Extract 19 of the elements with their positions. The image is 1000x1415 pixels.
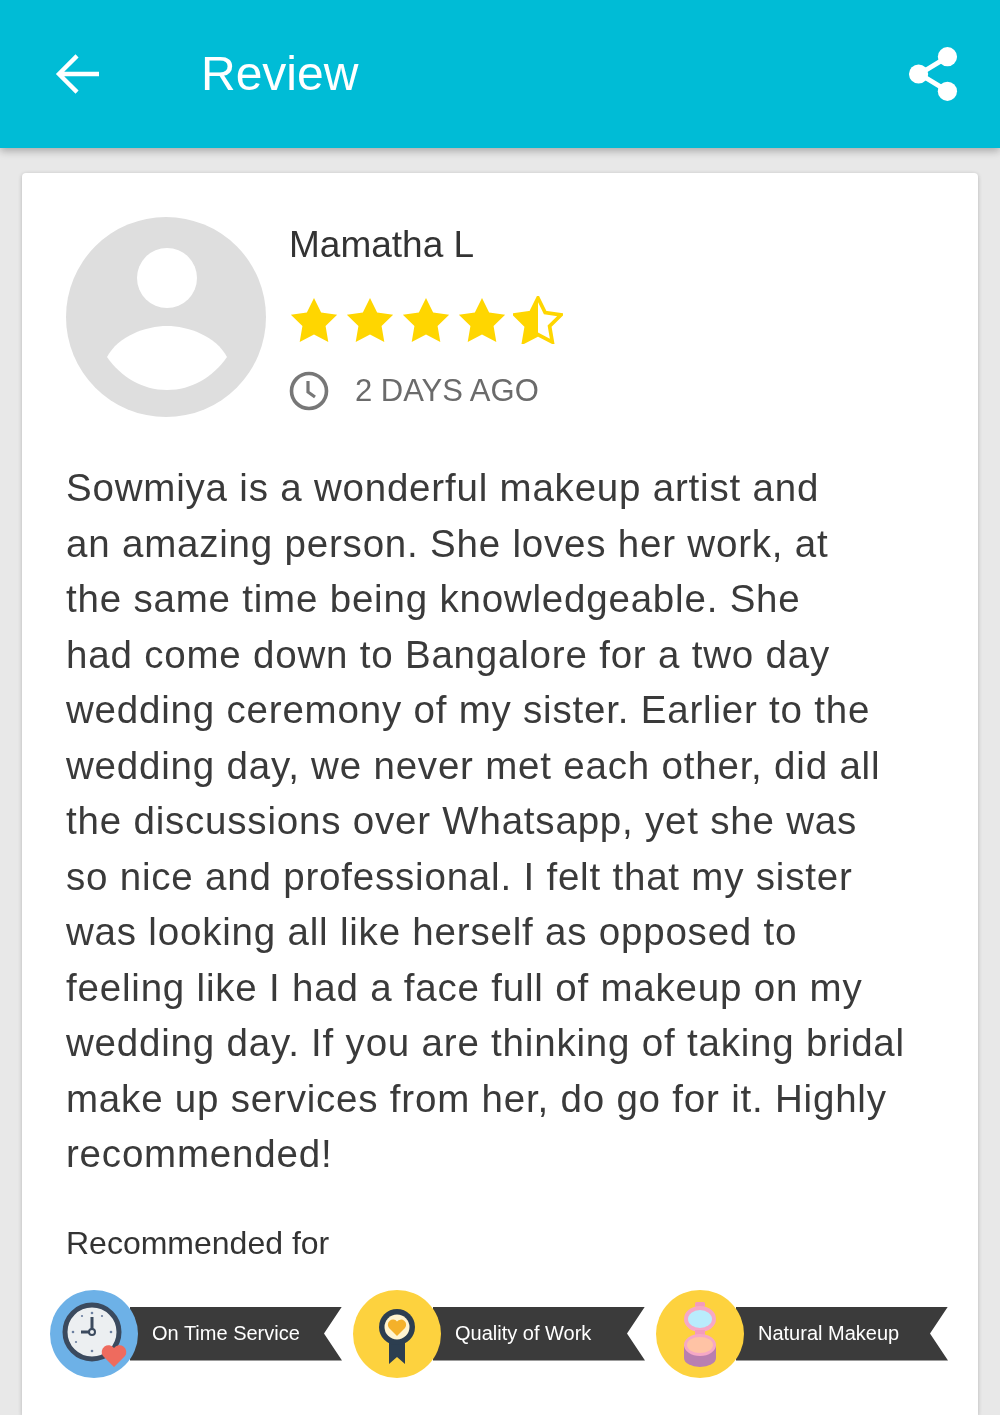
award-ribbon-icon [353, 1289, 441, 1378]
star-icon [457, 296, 507, 344]
clock-icon [289, 371, 329, 411]
review-text: Sowmiya is a wonderful makeup artist and an amazing person. She loves her work, at the same time being knowledgeable. She had come down to Bangalore for a two day wedding ceremony of my sister. Earlier to the wedding day, we never met each other, did all the discussions over Whatsapp, yet she was so nice and professional. I felt that my sister was looking all like herself as opposed to feeling like I had a face full of makeup on my wedding day. If you are thinking of taking bridal make up services from her, do go for it. Highly recommended! [66, 465, 906, 1177]
screen-title: Review [201, 46, 359, 103]
review-time: 2 DAYS AGO [355, 372, 539, 410]
recommendation-tag: Quality of Work [433, 1306, 645, 1361]
recommended-heading: Recommended for [66, 1223, 331, 1262]
recommendation-tag: On Time Service [130, 1306, 342, 1361]
recommendation-tag: Natural Makeup [736, 1306, 948, 1361]
makeup-compact-icon [656, 1289, 744, 1378]
reviewer-name: Mamatha L [289, 223, 475, 267]
star-icon [345, 296, 395, 344]
share-icon[interactable] [908, 47, 958, 101]
star-icon [289, 296, 339, 344]
star-icon [401, 296, 451, 344]
back-icon[interactable] [55, 53, 101, 95]
avatar-icon [66, 217, 266, 417]
half-star-icon [513, 296, 563, 344]
